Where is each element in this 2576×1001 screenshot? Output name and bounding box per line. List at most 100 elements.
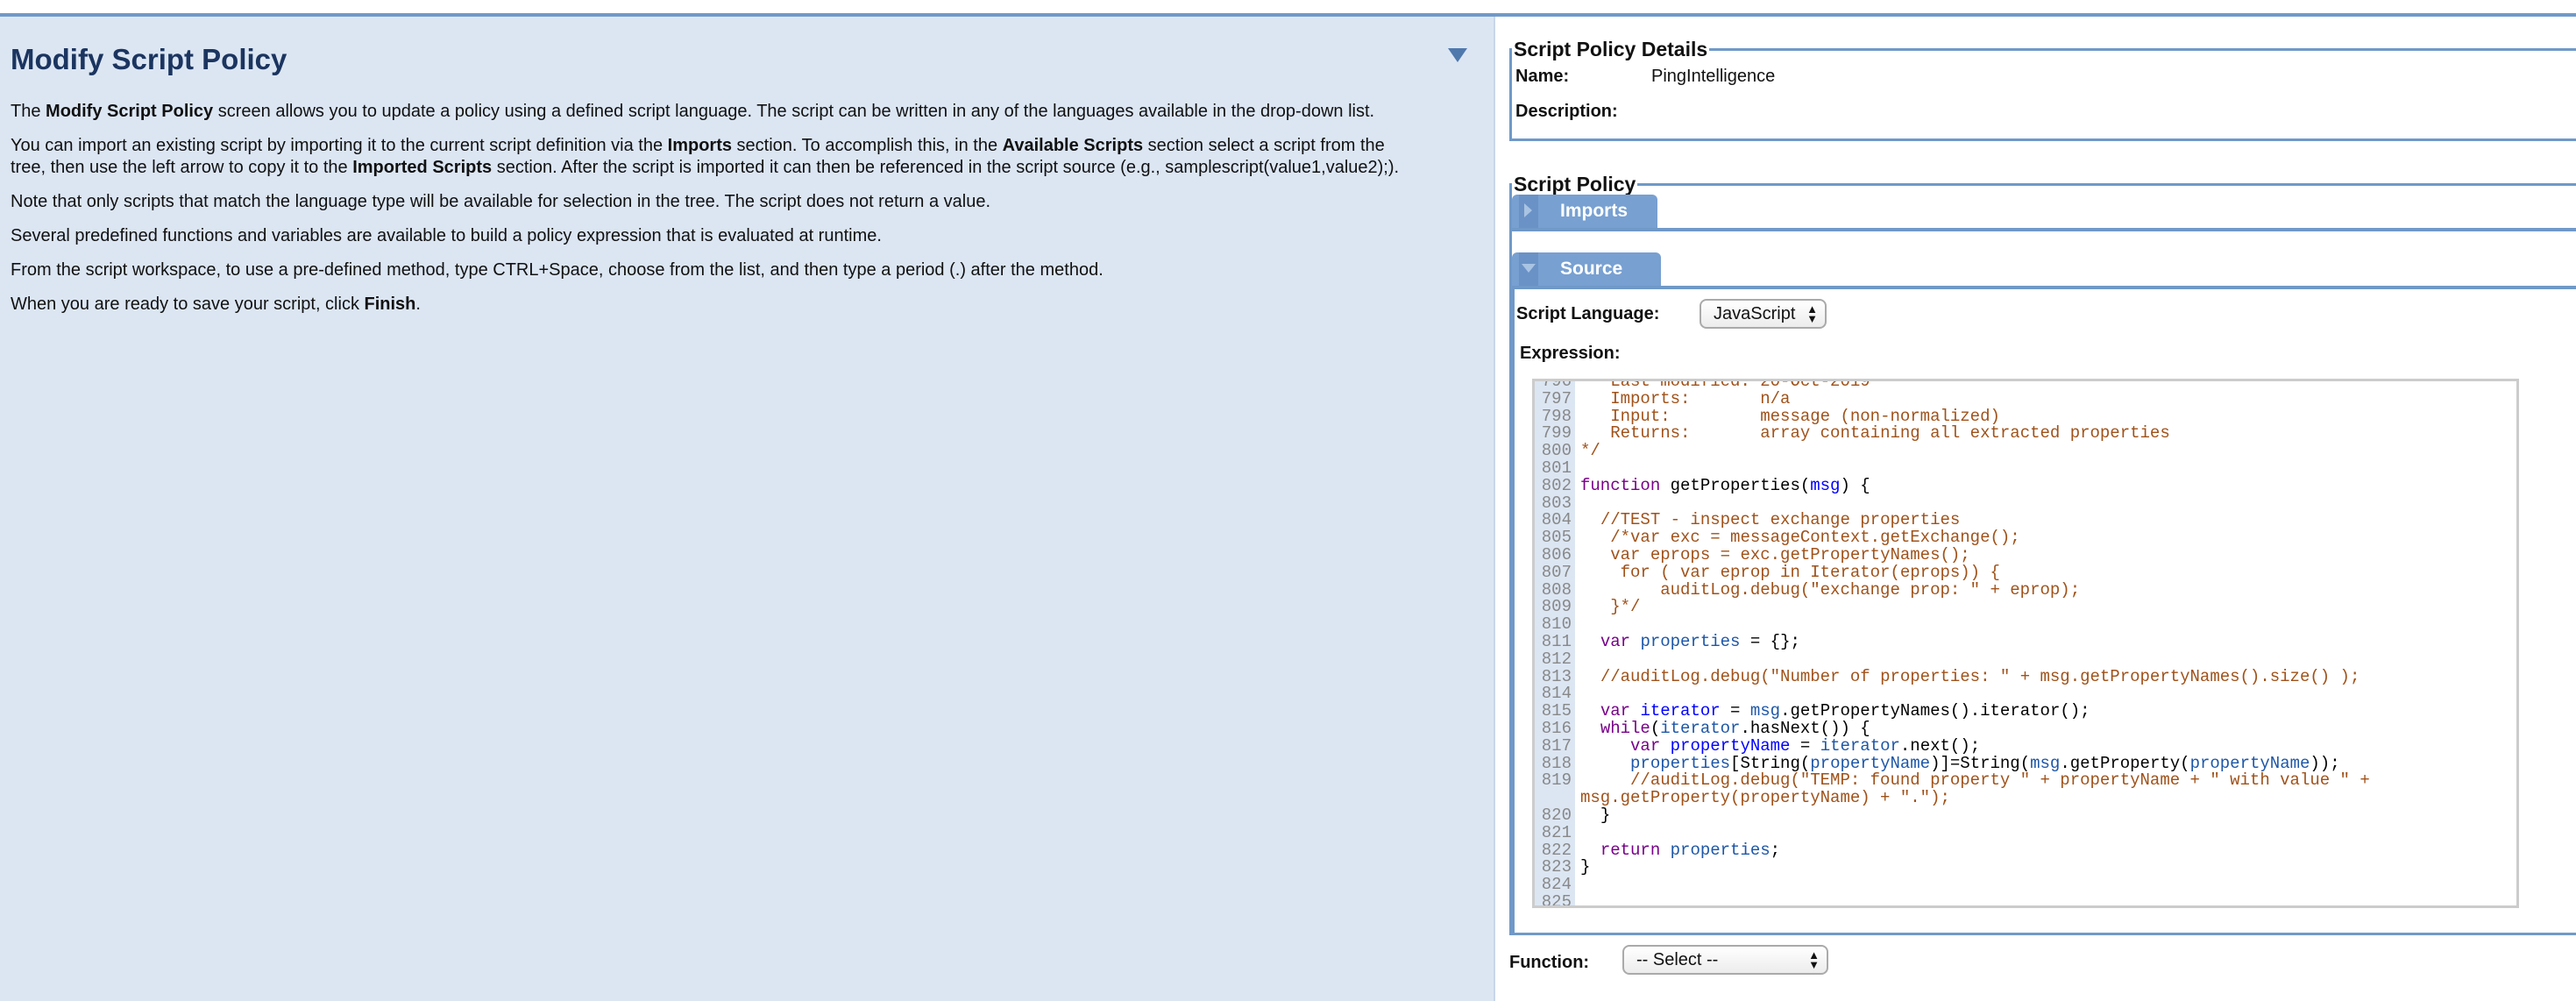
source-divider xyxy=(1512,286,2576,289)
code-token-var2: propertyName xyxy=(2189,753,2310,773)
code-token-comment: //TEST - inspect exchange properties xyxy=(1600,510,1961,530)
code-token-var2: properties xyxy=(1630,753,1731,773)
code-line: 820 } xyxy=(1535,805,2516,825)
function-select[interactable]: -- Select -- ▲ ▼ xyxy=(1622,945,1828,975)
line-number: 801 xyxy=(1541,458,1572,478)
code-token-keyword: return xyxy=(1600,840,1661,860)
script-language-select[interactable]: JavaScript ▲ ▼ xyxy=(1700,299,1827,329)
code-text: }*/ xyxy=(1575,597,2516,617)
code-line: 802 function getProperties(msg) { xyxy=(1535,475,2516,495)
policy-legend: Script Policy xyxy=(1514,173,1636,195)
help-panel: Modify Script Policy The Modify Script P… xyxy=(0,17,1495,1001)
line-number: 800 xyxy=(1541,441,1572,461)
code-token-var2: properties xyxy=(1670,840,1771,860)
function-select-value: -- Select -- xyxy=(1636,950,1719,969)
code-token-plain: = {}; xyxy=(1740,631,1800,651)
line-number: 802 xyxy=(1541,475,1572,495)
code-token-comment: Returns: array containing all extracted … xyxy=(1580,423,2170,444)
line-number: 810 xyxy=(1541,614,1572,635)
tab-source[interactable]: Source xyxy=(1512,252,1661,286)
code-token-keyword: var xyxy=(1600,631,1631,651)
help-paragraph: Note that only scripts that match the la… xyxy=(11,191,1413,213)
source-left-border xyxy=(1512,286,1515,934)
line-number: 807 xyxy=(1541,562,1572,582)
tab-imports[interactable]: Imports xyxy=(1512,195,1657,228)
code-token-var2: msg xyxy=(1749,701,1781,721)
code-token-def: propertyName xyxy=(1670,735,1791,756)
code-token-comment: */ xyxy=(1580,441,1600,461)
expression-label: Expression: xyxy=(1520,344,1621,363)
code-token-comment: for ( var eprop in Iterator(eprops)) { xyxy=(1580,562,2000,582)
description-label: Description: xyxy=(1515,102,1618,121)
line-number: 797 xyxy=(1541,388,1572,408)
code-line: 819 //auditLog.debug("TEMP: found proper… xyxy=(1535,770,2516,808)
code-token-comment: //auditLog.debug("TEMP: found property "… xyxy=(1580,770,2381,808)
help-bold-term: Finish xyxy=(364,295,416,314)
help-text-segment: screen allows you to update a policy usi… xyxy=(213,102,1375,121)
function-label: Function: xyxy=(1509,953,1590,972)
line-number: 815 xyxy=(1541,701,1572,721)
select-arrows-icon: ▲ ▼ xyxy=(1806,302,1818,325)
code-token-comment: }*/ xyxy=(1580,597,1641,617)
page-title: Modify Script Policy xyxy=(11,43,287,75)
code-line: 813 //auditLog.debug("Number of properti… xyxy=(1535,668,2516,686)
script-language-value: JavaScript xyxy=(1714,304,1796,323)
script-language-label: Script Language: xyxy=(1516,304,1660,323)
expand-arrow-icon xyxy=(1519,195,1538,228)
code-token-plain: getProperties( xyxy=(1660,475,1811,495)
code-token-plain: .getPropertyNames().iterator(); xyxy=(1780,701,2090,721)
help-text-segment: section. To accomplish this, in the xyxy=(731,136,1003,155)
code-token-keyword: function xyxy=(1580,475,1661,495)
code-token-var2: msg xyxy=(2030,753,2061,773)
code-token-plain: .getProperty( xyxy=(2060,753,2190,773)
select-arrows-icon: ▲ ▼ xyxy=(1808,948,1820,971)
help-paragraph: Several predefined functions and variabl… xyxy=(11,225,1413,247)
details-legend: Script Policy Details xyxy=(1514,38,1708,60)
source-label: Source xyxy=(1560,259,1623,279)
code-text: } xyxy=(1575,806,2516,825)
help-paragraph: From the script workspace, to use a pre-… xyxy=(11,259,1413,281)
collapse-triangle-icon[interactable] xyxy=(1448,48,1467,62)
script-policy-details: Script Policy Details xyxy=(1509,38,2576,141)
help-text-segment: When you are ready to save your script, … xyxy=(11,295,365,314)
code-token-var2: propertyName xyxy=(1810,753,1931,773)
code-line: 822 return properties; xyxy=(1535,840,2516,860)
code-token-var2: iterator xyxy=(1820,735,1900,756)
line-number: 821 xyxy=(1541,822,1572,842)
code-text: //auditLog.debug("Number of properties: … xyxy=(1575,668,2516,686)
help-text-segment: From the script workspace, to use a pre-… xyxy=(11,260,1103,280)
code-token-comment: /*var exc = messageContext.getExchange()… xyxy=(1610,528,2020,548)
imports-divider xyxy=(1512,228,2576,231)
code-token-plain: )]=String( xyxy=(1930,753,2031,773)
code-token-plain: [String( xyxy=(1730,753,1811,773)
help-text-segment: Note that only scripts that match the la… xyxy=(11,192,991,211)
line-number: 816 xyxy=(1541,718,1572,738)
line-number: 811 xyxy=(1541,631,1572,651)
help-text-segment: Several predefined functions and variabl… xyxy=(11,226,882,245)
code-line: 809 }*/ xyxy=(1535,597,2516,617)
code-text: return properties; xyxy=(1575,840,2516,860)
line-number: 820 xyxy=(1541,805,1572,825)
help-paragraph: The Modify Script Policy screen allows y… xyxy=(11,101,1413,123)
code-text: } xyxy=(1575,858,2516,877)
line-number: 817 xyxy=(1541,735,1572,756)
code-token-keyword: var xyxy=(1600,701,1631,721)
code-token-def: msg xyxy=(1810,475,1841,495)
line-number: 824 xyxy=(1541,875,1572,895)
code-editor[interactable]: 796 Last modified: 20-Oct-2019 797 Import… xyxy=(1532,379,2519,908)
code-token-plain: = xyxy=(1790,735,1820,756)
code-token-comment: Input: message (non-normalized) xyxy=(1580,406,2000,426)
code-token-keyword: var xyxy=(1630,735,1661,756)
